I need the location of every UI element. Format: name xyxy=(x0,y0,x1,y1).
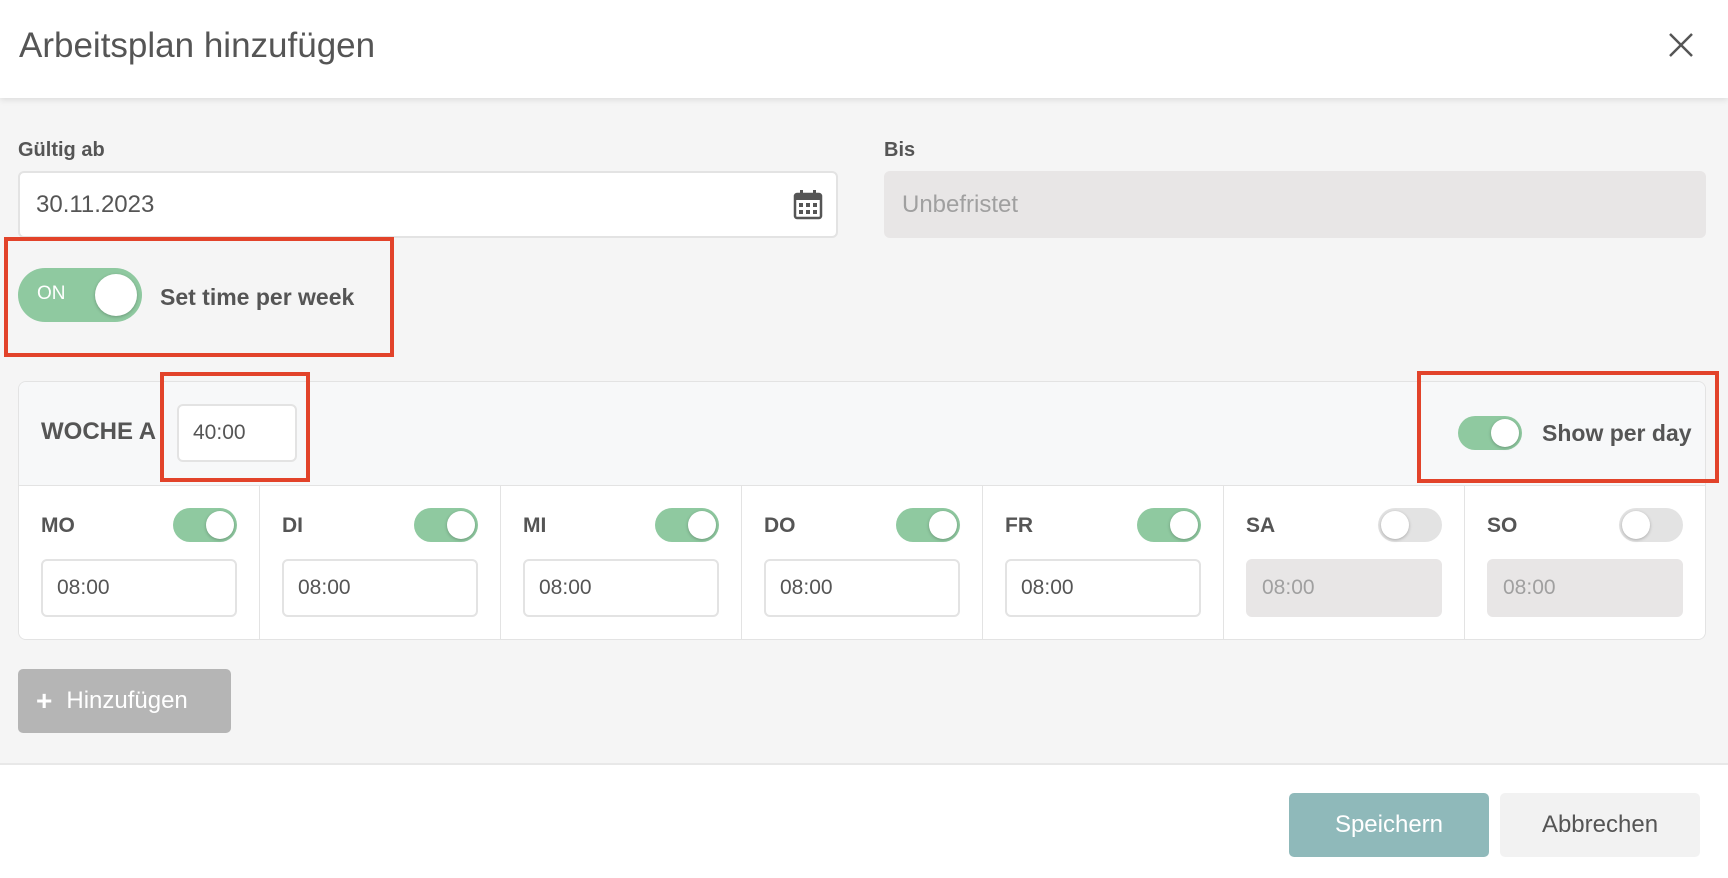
dialog-header: Arbeitsplan hinzufügen xyxy=(0,0,1728,98)
day-name: SO xyxy=(1487,514,1518,537)
valid-from-value: 30.11.2023 xyxy=(36,190,155,218)
day-hours-input-sa[interactable]: 08:00 xyxy=(1246,559,1442,617)
day-toggle-fr[interactable] xyxy=(1137,508,1201,542)
toggle-knob xyxy=(1170,511,1198,539)
day-sa: SA 08:00 xyxy=(1224,486,1465,639)
toggle-knob xyxy=(447,511,475,539)
day-hours-input-so[interactable]: 08:00 xyxy=(1487,559,1683,617)
close-icon[interactable] xyxy=(1662,26,1700,64)
valid-from-input[interactable]: 30.11.2023 xyxy=(18,171,838,238)
day-name: DO xyxy=(764,514,796,537)
day-toggle-do[interactable] xyxy=(896,508,960,542)
valid-from-label: Gültig ab xyxy=(18,139,105,161)
cancel-button[interactable]: Abbrechen xyxy=(1500,793,1700,857)
day-hours-value: 08:00 xyxy=(1262,576,1315,599)
day-name: SA xyxy=(1246,514,1276,537)
plus-icon: + xyxy=(36,685,53,716)
highlight-box-show-per-day xyxy=(1417,371,1719,483)
day-hours-input-do[interactable]: 08:00 xyxy=(764,559,960,617)
day-di: DI 08:00 xyxy=(260,486,501,639)
day-hours-value: 08:00 xyxy=(1021,576,1074,599)
day-name: DI xyxy=(282,514,303,537)
day-toggle-sa[interactable] xyxy=(1378,508,1442,542)
until-input[interactable]: Unbefristet xyxy=(884,171,1706,238)
add-button-label: Hinzufügen xyxy=(66,687,188,714)
day-toggle-so[interactable] xyxy=(1619,508,1683,542)
save-button[interactable]: Speichern xyxy=(1289,793,1489,857)
until-label: Bis xyxy=(884,139,916,161)
toggle-knob xyxy=(929,511,957,539)
toggle-knob xyxy=(1622,511,1650,539)
day-mi: MI 08:00 xyxy=(501,486,742,639)
dialog-footer: Speichern Abbrechen xyxy=(0,763,1728,878)
day-name: MO xyxy=(41,514,75,537)
until-placeholder: Unbefristet xyxy=(902,190,1019,218)
add-button[interactable]: + Hinzufügen xyxy=(18,669,231,733)
highlight-box-week-toggle xyxy=(4,237,394,357)
day-mo: MO 08:00 xyxy=(19,486,260,639)
day-hours-input-fr[interactable]: 08:00 xyxy=(1005,559,1201,617)
day-do: DO 08:00 xyxy=(742,486,983,639)
dialog-title: Arbeitsplan hinzufügen xyxy=(19,26,376,65)
calendar-icon[interactable] xyxy=(792,188,824,220)
toggle-knob xyxy=(1381,511,1409,539)
toggle-knob xyxy=(688,511,716,539)
day-hours-value: 08:00 xyxy=(539,576,592,599)
day-fr: FR 08:00 xyxy=(983,486,1224,639)
day-hours-value: 08:00 xyxy=(780,576,833,599)
day-hours-value: 08:00 xyxy=(298,576,351,599)
day-toggle-mo[interactable] xyxy=(173,508,237,542)
day-so: SO 08:00 xyxy=(1465,486,1705,639)
day-toggle-di[interactable] xyxy=(414,508,478,542)
days-row: MO 08:00 DI 08:00 MI 08:00 DO 08:00 FR 0… xyxy=(19,485,1705,639)
highlight-box-week-hours xyxy=(160,372,310,482)
week-title: WOCHE A xyxy=(41,418,157,445)
day-hours-value: 08:00 xyxy=(57,576,110,599)
day-toggle-mi[interactable] xyxy=(655,508,719,542)
toggle-knob xyxy=(206,511,234,539)
day-name: MI xyxy=(523,514,547,537)
day-hours-value: 08:00 xyxy=(1503,576,1556,599)
day-hours-input-mi[interactable]: 08:00 xyxy=(523,559,719,617)
day-hours-input-mo[interactable]: 08:00 xyxy=(41,559,237,617)
day-hours-input-di[interactable]: 08:00 xyxy=(282,559,478,617)
day-name: FR xyxy=(1005,514,1033,537)
